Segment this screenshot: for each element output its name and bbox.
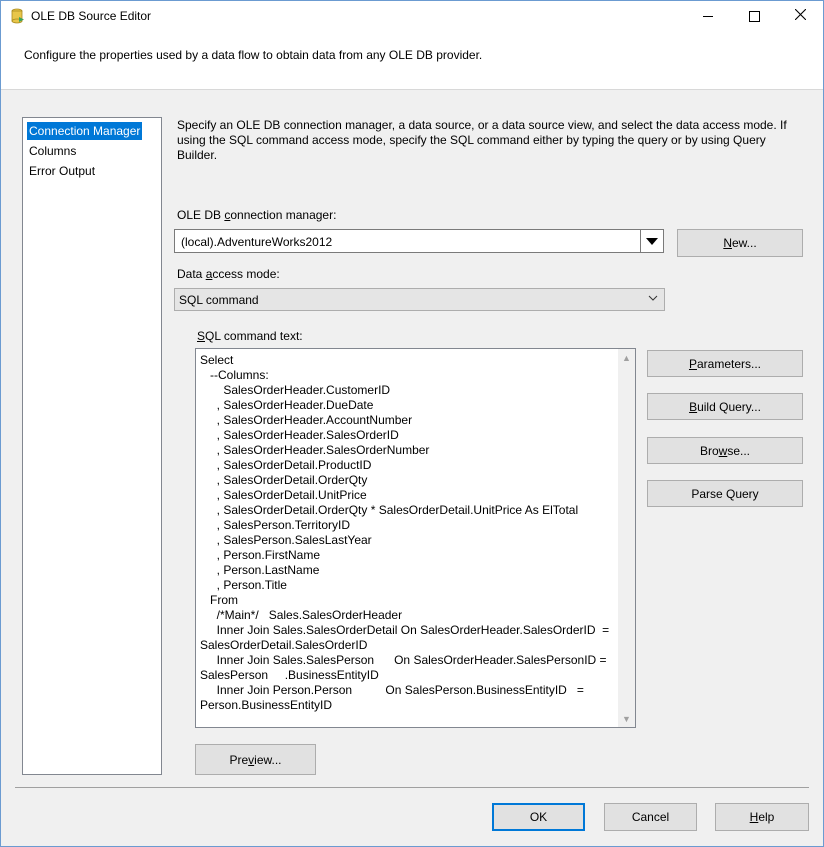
dialog-description: Configure the properties used by a data … bbox=[24, 48, 483, 62]
nav-item-columns[interactable]: Columns bbox=[27, 142, 78, 160]
page-instructions: Specify an OLE DB connection manager, a … bbox=[177, 118, 787, 162]
vertical-scrollbar[interactable]: ▲ ▼ bbox=[618, 349, 635, 727]
page-navigation-list: Connection Manager Columns Error Output bbox=[22, 117, 162, 775]
new-connection-button[interactable]: New... bbox=[677, 229, 803, 257]
scroll-down-icon[interactable]: ▼ bbox=[618, 710, 635, 727]
nav-item-connection-manager[interactable]: Connection Manager bbox=[27, 122, 143, 140]
data-access-mode-select[interactable]: SQL command bbox=[174, 288, 665, 311]
dropdown-arrow-icon bbox=[646, 237, 658, 245]
data-access-mode-value: SQL command bbox=[179, 293, 259, 307]
parse-query-button[interactable]: Parse Query bbox=[647, 480, 803, 507]
title-bar[interactable]: OLE DB Source Editor bbox=[1, 1, 823, 31]
sql-command-label: SQL command text: bbox=[197, 329, 303, 343]
scroll-up-icon[interactable]: ▲ bbox=[618, 349, 635, 366]
connection-manager-value: (local).AdventureWorks2012 bbox=[181, 235, 333, 249]
build-query-button[interactable]: Build Query... bbox=[647, 393, 803, 420]
preview-button[interactable]: Pre v iew... bbox=[195, 744, 316, 775]
ssis-source-icon bbox=[11, 8, 25, 24]
minimize-button[interactable] bbox=[685, 1, 731, 31]
window-title: OLE DB Source Editor bbox=[31, 9, 152, 23]
sql-command-text[interactable]: Select --Columns: SalesOrderHeader.Custo… bbox=[200, 353, 616, 713]
connection-manager-label: OLE DB connection manager: bbox=[177, 208, 337, 222]
browse-button[interactable]: Bro w se... bbox=[647, 437, 803, 464]
maximize-icon bbox=[748, 10, 760, 22]
cancel-button[interactable]: Cancel bbox=[604, 803, 697, 831]
close-button[interactable] bbox=[777, 1, 823, 31]
parameters-button[interactable]: Parameters... bbox=[647, 350, 803, 377]
connection-manager-combo[interactable]: (local).AdventureWorks2012 bbox=[174, 229, 664, 253]
minimize-icon bbox=[703, 15, 713, 17]
chevron-down-icon bbox=[648, 291, 658, 308]
connection-dropdown-button[interactable] bbox=[640, 230, 663, 252]
description-band: Configure the properties used by a data … bbox=[1, 31, 823, 90]
sql-command-textbox[interactable]: Select --Columns: SalesOrderHeader.Custo… bbox=[195, 348, 636, 728]
footer-separator bbox=[15, 787, 809, 788]
nav-item-error-output[interactable]: Error Output bbox=[27, 162, 97, 180]
help-button[interactable]: Help bbox=[715, 803, 809, 831]
close-icon bbox=[794, 7, 806, 25]
data-access-mode-label: Data access mode: bbox=[177, 267, 280, 281]
ok-button[interactable]: OK bbox=[492, 803, 585, 831]
maximize-button[interactable] bbox=[731, 1, 777, 31]
